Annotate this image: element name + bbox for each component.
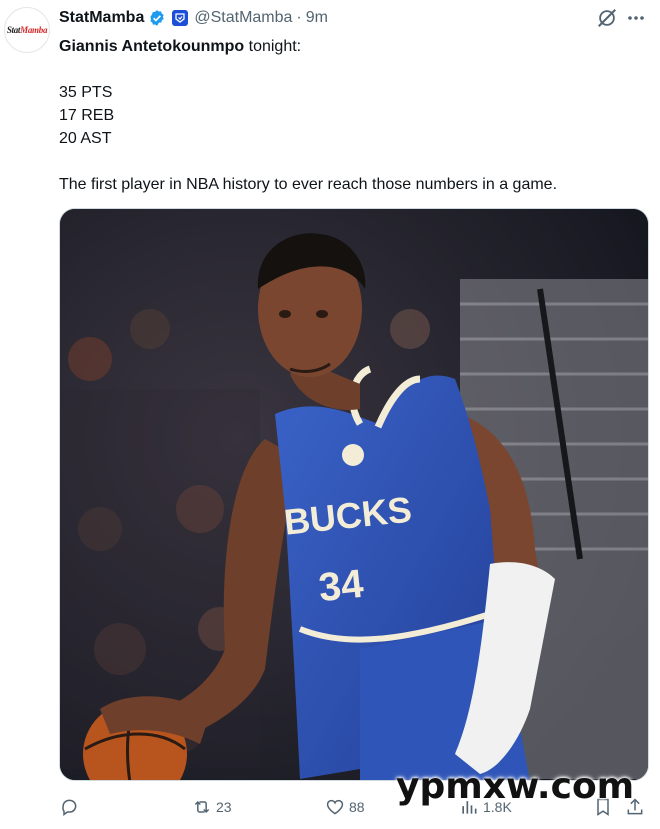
grok-icon[interactable]: [596, 7, 618, 29]
closing-sentence: The first player in NBA history to ever …: [59, 176, 558, 193]
post-text: Giannis Antetokounmpo tonight: 35 PTS 17…: [59, 35, 649, 196]
stat-points: 35 PTS: [59, 84, 113, 101]
verified-badge-icon: [150, 10, 165, 26]
like-button[interactable]: 88: [325, 794, 365, 820]
timestamp[interactable]: 9m: [306, 9, 328, 27]
retweet-count: 23: [216, 799, 232, 815]
post-image[interactable]: BUCKS 34: [59, 208, 649, 781]
heart-icon: [326, 799, 344, 815]
reply-icon: [62, 799, 77, 816]
stat-rebounds: 17 REB: [59, 107, 115, 124]
stat-assists: 20 AST: [59, 130, 112, 147]
jersey-number: 34: [317, 562, 367, 610]
mention-link[interactable]: Giannis Antetokounmpo: [59, 38, 244, 55]
separator: ·: [296, 9, 302, 26]
like-count: 88: [349, 799, 365, 815]
more-options-icon[interactable]: [626, 8, 646, 28]
post-header: StatMamba @StatMamba · 9m: [59, 6, 328, 30]
player-photo: BUCKS 34: [60, 209, 648, 780]
watermark: ypmxw.com: [396, 766, 635, 807]
retweet-button[interactable]: 23: [192, 794, 232, 820]
avatar-logo: StatMamba: [6, 25, 48, 35]
retweet-icon: [194, 800, 210, 814]
avatar[interactable]: StatMamba: [4, 7, 50, 53]
display-name[interactable]: StatMamba: [59, 9, 144, 27]
reply-button[interactable]: [59, 794, 83, 820]
affiliation-badge-icon[interactable]: [172, 10, 189, 26]
mention-suffix: tonight:: [244, 38, 302, 55]
handle[interactable]: @StatMamba: [194, 9, 292, 27]
